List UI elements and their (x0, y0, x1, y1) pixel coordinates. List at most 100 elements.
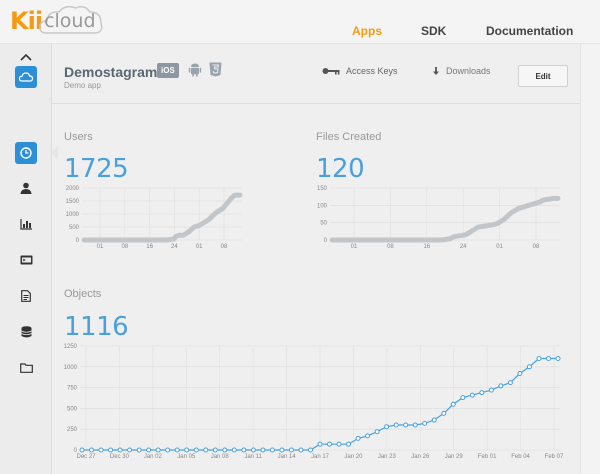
data-point (488, 387, 494, 393)
downloads-link[interactable]: Downloads (432, 66, 491, 76)
data-point (422, 420, 428, 426)
x-tick-label: 08 (221, 244, 228, 250)
data-point (212, 447, 218, 453)
sidebar (0, 44, 58, 474)
data-point (241, 447, 247, 453)
cloud-icon[interactable] (15, 66, 37, 88)
y-tick-label: 250 (67, 427, 78, 433)
data-point (507, 380, 513, 386)
x-tick-label: Jan 14 (278, 454, 297, 460)
data-point (393, 422, 399, 428)
data-point (498, 383, 504, 389)
data-point (269, 447, 275, 453)
document-icon[interactable] (15, 285, 37, 307)
data-point (545, 355, 551, 361)
console-icon[interactable] (15, 249, 37, 271)
x-tick-label: Dec 27 (76, 454, 96, 460)
data-point (250, 447, 256, 453)
selection-pointer (51, 146, 58, 160)
x-tick-label: 24 (460, 244, 467, 250)
data-point (307, 447, 313, 453)
y-tick-label: 500 (67, 406, 78, 412)
data-point (279, 447, 285, 453)
folder-icon[interactable] (15, 357, 37, 379)
data-point (412, 422, 418, 428)
data-point (327, 441, 333, 447)
scrollbar-track[interactable] (580, 44, 600, 474)
y-tick-label: 0 (76, 238, 80, 244)
ios-badge: iOS (157, 63, 179, 78)
kii-cloud-logo[interactable]: Kii cloud (10, 4, 103, 38)
nav-sdk[interactable]: SDK (421, 24, 446, 38)
data-point (127, 447, 133, 453)
y-tick-label: 750 (67, 386, 78, 392)
y-tick-label: 150 (317, 186, 328, 192)
x-tick-label: Jan 20 (344, 454, 363, 460)
data-point (517, 370, 523, 376)
x-tick-label: 16 (423, 244, 430, 250)
y-tick-label: 0 (324, 238, 328, 244)
x-tick-label: Jan 29 (445, 454, 464, 460)
bar-chart-icon[interactable] (15, 213, 37, 235)
access-keys-label: Access Keys (346, 66, 398, 76)
data-point (460, 395, 466, 401)
x-tick-label: 01 (196, 244, 203, 250)
android-icon (188, 62, 202, 82)
y-tick-label: 100 (317, 203, 328, 209)
x-tick-label: Feb 07 (545, 454, 564, 460)
data-point (450, 401, 456, 407)
database-icon[interactable] (15, 321, 37, 343)
x-tick-label: Jan 05 (177, 454, 196, 460)
data-point (298, 447, 304, 453)
data-point (365, 433, 371, 439)
user-icon[interactable] (15, 177, 37, 199)
data-point (155, 447, 161, 453)
data-point (98, 447, 104, 453)
data-point (346, 441, 352, 447)
edit-button[interactable]: Edit (518, 65, 568, 87)
nav-apps[interactable]: Apps (352, 24, 382, 38)
files-created-label: Files Created (316, 131, 382, 143)
series-line (329, 195, 561, 243)
download-icon (433, 66, 439, 75)
data-point (174, 447, 180, 453)
x-tick-label: Feb 01 (478, 454, 497, 460)
x-tick-label: 08 (533, 244, 540, 250)
x-tick-label: 08 (387, 244, 394, 250)
data-point (336, 441, 342, 447)
x-tick-label: 24 (171, 244, 178, 250)
x-tick-label: 01 (496, 244, 503, 250)
access-keys-link[interactable]: Access Keys (322, 66, 398, 76)
data-point (355, 435, 361, 441)
data-point (526, 364, 532, 370)
x-tick-label: 08 (121, 244, 128, 250)
data-point (193, 447, 199, 453)
top-bar: Kii cloud Apps SDK Documentation (0, 0, 600, 44)
data-point (203, 447, 209, 453)
data-point (231, 447, 237, 453)
data-point (260, 447, 266, 453)
html5-icon (209, 62, 222, 82)
x-tick-label: 01 (351, 244, 358, 250)
y-tick-label: 2000 (66, 186, 80, 192)
x-tick-label: Jan 26 (411, 454, 430, 460)
x-tick-label: Jan 17 (311, 454, 330, 460)
clock-icon[interactable] (15, 142, 37, 164)
users-label: Users (64, 131, 93, 143)
x-tick-label: Jan 02 (144, 454, 163, 460)
x-tick-label: Jan 23 (378, 454, 397, 460)
data-point (403, 422, 409, 428)
data-point (136, 447, 142, 453)
app-subtitle: Demo app (64, 81, 101, 90)
y-tick-label: 1000 (66, 212, 80, 218)
data-point (374, 429, 380, 435)
data-point (536, 355, 542, 361)
nav-documentation[interactable]: Documentation (486, 24, 573, 38)
x-tick-label: Feb 04 (511, 454, 530, 460)
key-icon (322, 68, 340, 75)
data-point (479, 390, 485, 396)
users-chart: 2000 1500 1000 500 0 01 08 16 24 01 08 (66, 186, 243, 250)
files-created-chart: 150 100 50 0 01 08 16 24 01 08 (317, 186, 561, 250)
y-tick-label: 1250 (64, 344, 78, 350)
chevron-up-icon[interactable] (15, 46, 37, 68)
